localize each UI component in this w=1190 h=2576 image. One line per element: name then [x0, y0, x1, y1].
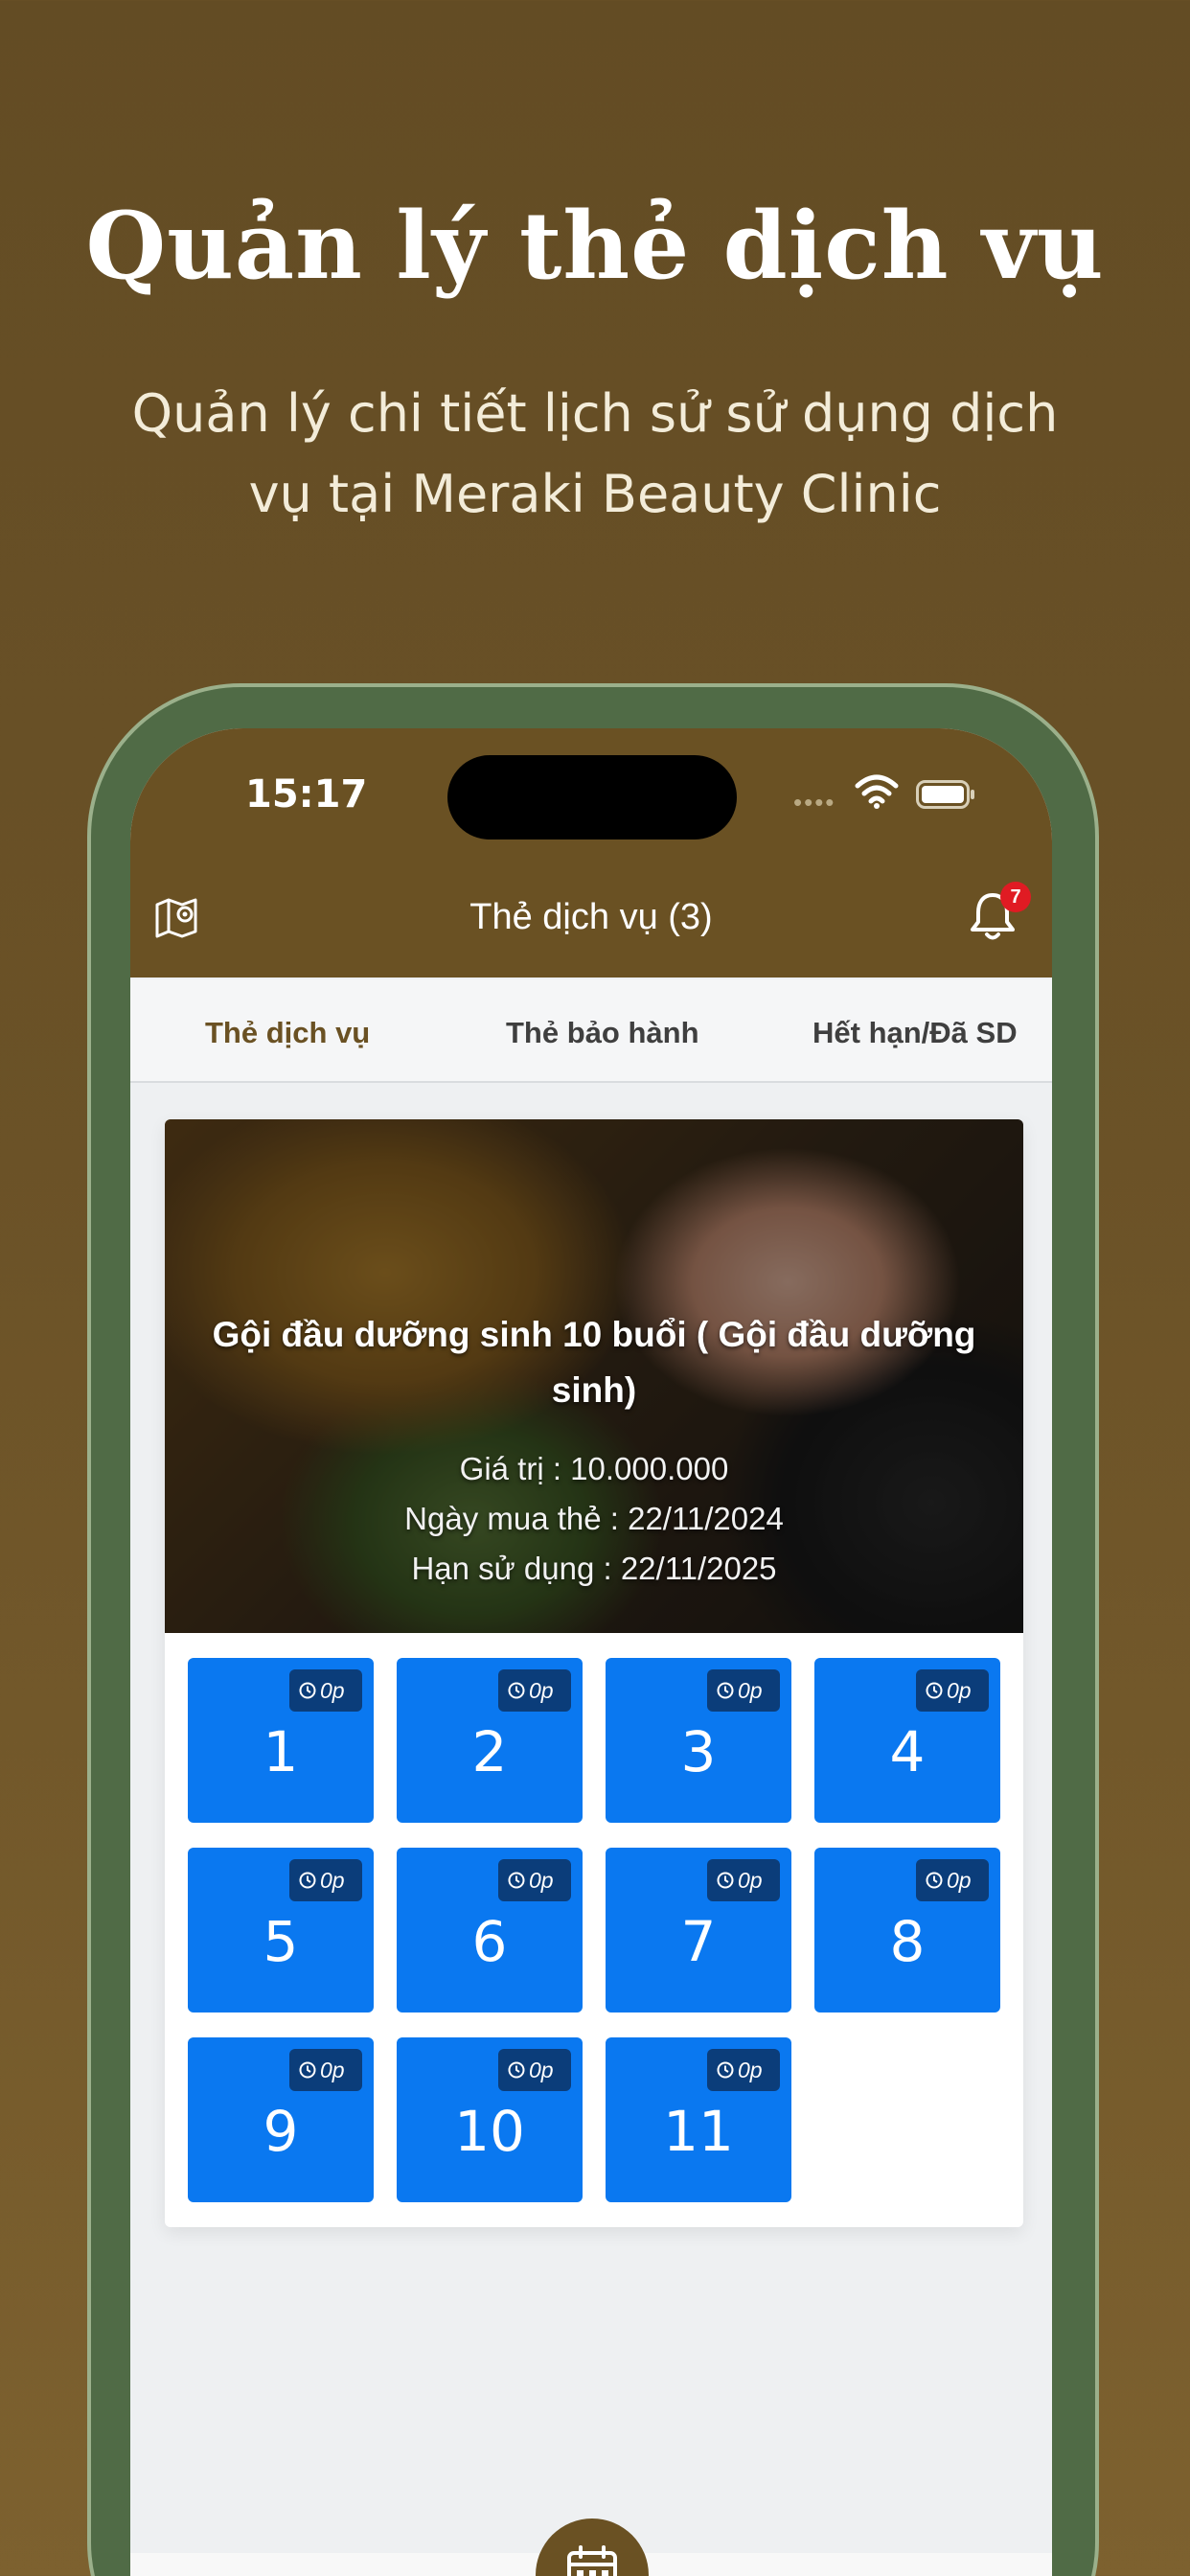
clock-icon	[508, 1872, 525, 1889]
session-number: 10	[454, 2099, 525, 2164]
clock-icon	[508, 2061, 525, 2079]
duration-chip: 0p	[289, 1669, 362, 1712]
notification-button[interactable]: 7	[968, 882, 1031, 947]
notification-badge: 7	[1000, 882, 1031, 912]
session-tile[interactable]: 0p 8	[814, 1848, 1000, 2012]
session-number: 6	[471, 1909, 508, 1974]
session-tile[interactable]: 0p 1	[188, 1658, 374, 1823]
dynamic-island	[447, 755, 737, 840]
session-tile[interactable]: 0p 11	[606, 2037, 791, 2202]
duration-chip: 0p	[916, 1859, 989, 1901]
session-tile[interactable]: 0p 4	[814, 1658, 1000, 1823]
duration-chip: 0p	[707, 1859, 780, 1901]
clock-icon	[299, 1682, 316, 1699]
duration-text: 0p	[947, 1868, 972, 1893]
duration-chip: 0p	[707, 1669, 780, 1712]
session-number: 5	[263, 1909, 299, 1974]
session-number: 4	[889, 1719, 926, 1784]
clock-icon	[717, 1872, 734, 1889]
session-tile[interactable]: 0p 3	[606, 1658, 791, 1823]
duration-text: 0p	[320, 2058, 345, 2082]
session-tile[interactable]: 0p 2	[397, 1658, 583, 1823]
page-title: Thẻ dịch vụ (3)	[469, 897, 713, 937]
clock-icon	[717, 1682, 734, 1699]
wifi-icon	[855, 774, 899, 809]
tab-expired-used[interactable]: Hết hạn/Đã SD	[812, 1016, 1018, 1050]
status-time: 15:17	[245, 772, 368, 816]
tab-bar: Thẻ dịch vụ Thẻ bảo hành Hết hạn/Đã SD	[130, 979, 1052, 1083]
session-tile[interactable]: 0p 9	[188, 2037, 374, 2202]
session-number: 2	[471, 1719, 508, 1784]
calendar-button[interactable]	[536, 2518, 649, 2576]
duration-text: 0p	[529, 1868, 554, 1893]
signal-icon: ••••	[793, 788, 836, 816]
promo-title: Quản lý thẻ dịch vụ	[85, 192, 1105, 300]
status-bar: 15:17 •••• Thẻ dịch vụ (3) 7	[130, 728, 1052, 978]
calendar-icon	[567, 2545, 617, 2576]
duration-text: 0p	[947, 1678, 972, 1703]
session-tile[interactable]: 0p 5	[188, 1848, 374, 2012]
clock-icon	[926, 1872, 943, 1889]
nav-bar: Thẻ dịch vụ (3) 7	[130, 862, 1052, 978]
session-number: 3	[680, 1719, 717, 1784]
clock-icon	[508, 1682, 525, 1699]
session-number: 1	[263, 1719, 299, 1784]
app-screen: 15:17 •••• Thẻ dịch vụ (3) 7 Thẻ dịch vụ…	[130, 728, 1052, 2576]
duration-text: 0p	[320, 1678, 345, 1703]
clock-icon	[299, 2061, 316, 2079]
service-card-purchase-date: Ngày mua thẻ : 22/11/2024	[404, 1501, 784, 1536]
duration-chip: 0p	[498, 1859, 571, 1901]
battery-icon	[916, 780, 974, 809]
service-card-value: Giá trị : 10.000.000	[459, 1451, 729, 1486]
session-number: 11	[663, 2099, 734, 2164]
duration-chip: 0p	[916, 1669, 989, 1712]
tab-warranty-cards[interactable]: Thẻ bảo hành	[506, 1016, 699, 1050]
duration-text: 0p	[738, 1868, 763, 1893]
duration-chip: 0p	[707, 2049, 780, 2091]
clock-icon	[299, 1872, 316, 1889]
session-tile[interactable]: 0p 6	[397, 1848, 583, 2012]
duration-chip: 0p	[498, 1669, 571, 1712]
service-card[interactable]: Gội đầu dưỡng sinh 10 buổi ( Gội đầu dưỡ…	[165, 1119, 1023, 2227]
session-tile[interactable]: 0p 7	[606, 1848, 791, 2012]
duration-chip: 0p	[498, 2049, 571, 2091]
duration-chip: 0p	[289, 1859, 362, 1901]
duration-text: 0p	[738, 1678, 763, 1703]
tab-service-cards[interactable]: Thẻ dịch vụ	[205, 1016, 370, 1050]
duration-text: 0p	[529, 1678, 554, 1703]
promo-subtitle: Quản lý chi tiết lịch sử sử dụng dịch vụ…	[131, 383, 1059, 524]
service-card-expiry: Hạn sử dụng : 22/11/2025	[411, 1551, 777, 1586]
duration-text: 0p	[529, 2058, 554, 2082]
duration-text: 0p	[320, 1868, 345, 1893]
clock-icon	[717, 2061, 734, 2079]
duration-chip: 0p	[289, 2049, 362, 2091]
session-tile[interactable]: 0p 10	[397, 2037, 583, 2202]
clock-icon	[926, 1682, 943, 1699]
session-number: 7	[680, 1909, 717, 1974]
service-card-title: Gội đầu dưỡng sinh 10 buổi ( Gội đầu dưỡ…	[212, 1315, 976, 1410]
session-number: 9	[263, 2099, 299, 2164]
duration-text: 0p	[738, 2058, 763, 2082]
session-number: 8	[889, 1909, 926, 1974]
